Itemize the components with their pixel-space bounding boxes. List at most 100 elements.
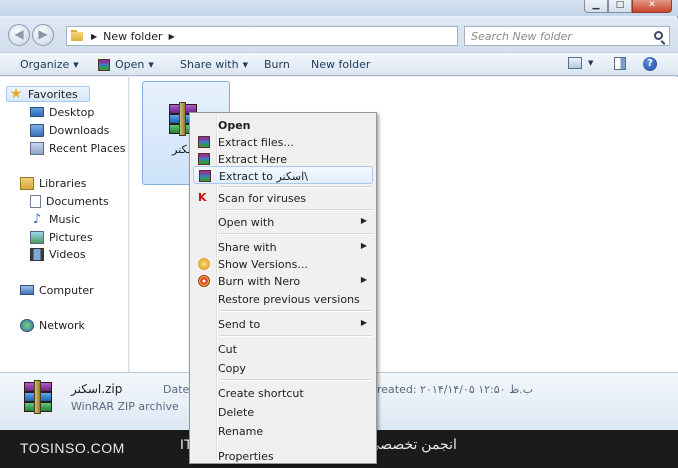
breadcrumb-new-folder[interactable]: New folder — [103, 30, 162, 43]
nav-network[interactable]: Network — [20, 317, 85, 333]
nav-downloads[interactable]: Downloads — [30, 122, 109, 138]
address-bar[interactable]: ▶ New folder ▶ — [66, 26, 458, 46]
nav-videos[interactable]: Videos — [30, 246, 86, 262]
menu-extract-files[interactable]: Extract files... — [193, 133, 373, 151]
folder-icon — [71, 30, 85, 42]
organize-label: Organize — [20, 58, 70, 71]
back-button[interactable]: ◀ — [8, 24, 30, 46]
nav-desktop[interactable]: Desktop — [30, 104, 94, 120]
menu-extract-to-label: Extract to اسکنر\ — [219, 170, 308, 183]
open-label: Open — [115, 58, 145, 71]
breadcrumb-separator-icon[interactable]: ▶ — [91, 32, 97, 41]
breadcrumb-chevron-icon[interactable]: ▶ — [169, 32, 175, 41]
menu-extract-files-label: Extract files... — [218, 136, 294, 149]
menu-open-with-label: Open with — [218, 216, 275, 229]
submenu-arrow-icon: ▶ — [360, 241, 367, 250]
nav-videos-label: Videos — [49, 247, 86, 261]
desktop-icon — [30, 107, 44, 117]
nav-computer-label: Computer — [39, 283, 94, 297]
menu-scan-for-viruses[interactable]: K Scan for viruses — [193, 189, 373, 207]
menu-copy[interactable]: Copy — [193, 359, 373, 377]
open-button[interactable]: Open ▼ — [98, 58, 154, 71]
preview-pane-button[interactable] — [614, 57, 626, 70]
search-icon[interactable] — [654, 31, 663, 40]
search-input[interactable]: Search New folder — [464, 26, 670, 46]
nav-network-label: Network — [39, 318, 85, 332]
help-icon: ? — [643, 57, 657, 71]
command-bar: Organize ▼ Open ▼ Share with ▼ Burn New fol… — [0, 52, 678, 76]
menu-send-to-label: Send to — [218, 318, 261, 331]
menu-open-with[interactable]: Open with ▶ — [193, 213, 373, 231]
menu-scan-label: Scan for viruses — [218, 192, 307, 205]
submenu-arrow-icon: ▶ — [360, 216, 367, 225]
documents-icon — [30, 194, 41, 208]
versions-icon — [198, 258, 210, 270]
menu-open[interactable]: Open — [193, 116, 373, 134]
burn-label: Burn — [264, 58, 290, 71]
nav-favorites[interactable]: ★ Favorites — [6, 86, 90, 102]
nav-computer[interactable]: Computer — [20, 282, 94, 298]
menu-share-with[interactable]: Share with ▶ — [193, 238, 373, 256]
nav-music[interactable]: ♪ Music — [30, 211, 80, 227]
close-icon: ✕ — [648, 0, 656, 10]
submenu-arrow-icon: ▶ — [360, 275, 367, 284]
organize-button[interactable]: Organize ▼ — [20, 58, 79, 71]
details-file-name: اسکنر.zip — [71, 382, 123, 396]
new-folder-button[interactable]: New folder — [311, 58, 370, 71]
details-file-type: WinRAR ZIP archive — [71, 400, 179, 413]
share-with-button[interactable]: Share with ▼ — [180, 58, 248, 71]
nav-pictures[interactable]: Pictures — [30, 229, 93, 245]
menu-delete[interactable]: Delete — [193, 403, 373, 421]
menu-rename[interactable]: Rename — [193, 422, 373, 440]
burn-button[interactable]: Burn — [264, 58, 290, 71]
menu-extract-to[interactable]: Extract to اسکنر\ — [193, 166, 373, 184]
winrar-icon — [22, 380, 56, 416]
address-row: ◀ ▶ ▶ New folder ▶ Search New folder — [0, 18, 678, 52]
menu-restore-label: Restore previous versions — [218, 293, 360, 306]
menu-separator — [220, 209, 372, 211]
menu-separator — [220, 310, 372, 312]
minimize-icon: ▁ — [592, 0, 600, 10]
menu-separator — [220, 335, 372, 337]
menu-cut[interactable]: Cut — [193, 340, 373, 358]
nav-pictures-label: Pictures — [49, 230, 93, 244]
menu-separator — [220, 233, 372, 235]
close-button[interactable]: ✕ — [632, 0, 672, 13]
submenu-arrow-icon: ▶ — [360, 318, 367, 327]
nav-desktop-label: Desktop — [49, 105, 95, 119]
nav-recent-places[interactable]: Recent Places — [30, 140, 126, 156]
window-controls: ▁ □ ✕ — [584, 0, 672, 14]
chevron-down-icon: ▼ — [242, 60, 248, 69]
preview-pane-icon — [614, 57, 626, 70]
navigation-pane: ★ Favorites Desktop Downloads Recent Plac… — [0, 77, 129, 372]
nav-documents-label: Documents — [46, 194, 109, 208]
menu-burn-with-nero[interactable]: Burn with Nero ▶ — [193, 272, 373, 290]
kaspersky-icon: K — [198, 191, 207, 204]
help-button[interactable]: ? — [643, 57, 657, 71]
menu-show-versions[interactable]: Show Versions... — [193, 255, 373, 273]
menu-separator — [220, 379, 372, 381]
view-options-button[interactable]: ▼ — [588, 59, 593, 67]
menu-send-to[interactable]: Send to ▶ — [193, 315, 373, 333]
menu-delete-label: Delete — [218, 406, 255, 419]
pictures-icon — [30, 230, 44, 244]
nav-documents[interactable]: Documents — [30, 193, 109, 209]
menu-extract-here-label: Extract Here — [218, 153, 287, 166]
change-view-button[interactable] — [568, 57, 582, 69]
chevron-down-icon: ▼ — [73, 60, 79, 69]
menu-create-shortcut[interactable]: Create shortcut — [193, 384, 373, 402]
menu-separator — [220, 186, 372, 188]
back-icon: ◀ — [14, 27, 24, 41]
winrar-icon — [198, 153, 210, 165]
winrar-icon — [198, 136, 210, 148]
menu-properties[interactable]: Properties — [193, 447, 373, 465]
nav-libraries[interactable]: Libraries — [20, 175, 87, 191]
context-menu: Open Extract files... Extract Here Extra… — [189, 112, 377, 464]
maximize-icon: □ — [615, 0, 625, 10]
minimize-button[interactable]: ▁ — [584, 0, 608, 13]
menu-restore-previous-versions[interactable]: Restore previous versions — [193, 290, 373, 308]
maximize-button[interactable]: □ — [608, 0, 632, 13]
share-with-label: Share with — [180, 58, 239, 71]
view-icon — [568, 57, 582, 69]
forward-button[interactable]: ▶ — [32, 24, 54, 46]
